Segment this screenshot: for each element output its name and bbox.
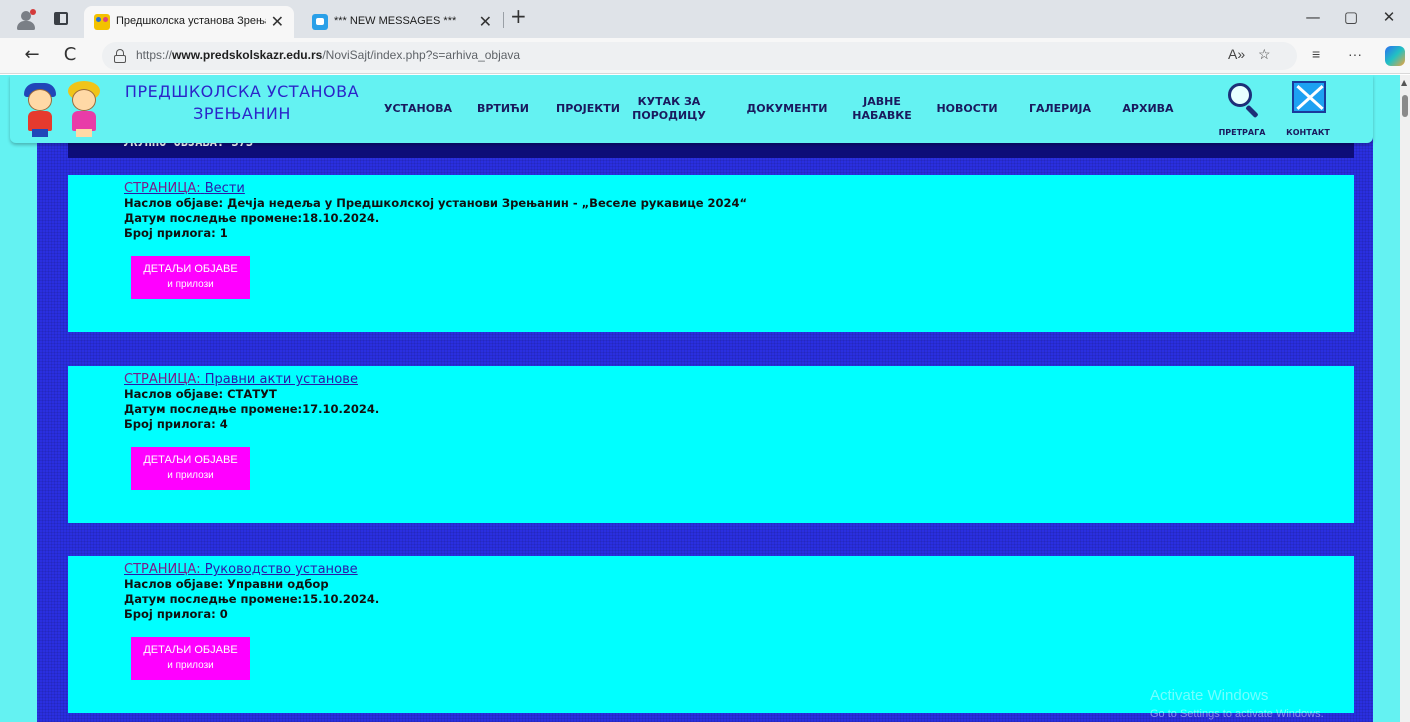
copilot-icon[interactable] xyxy=(1385,46,1405,66)
post-title: Наслов објаве: Дечја недеља у Предшколск… xyxy=(124,196,748,210)
favorites-icon[interactable]: ≡ xyxy=(1312,46,1320,62)
tab-new-messages[interactable]: *** NEW MESSAGES *** ✕ xyxy=(302,6,502,38)
site-title[interactable]: ПРЕДШКОЛСКА УСТАНОВА ЗРЕЊАНИН xyxy=(122,81,362,125)
search-button[interactable]: ПРЕТРАГА xyxy=(1212,79,1272,139)
post-attachments: Број прилога: 1 xyxy=(124,226,228,240)
browser-tab-bar: Предшколска установа Зрењанин ✕ *** NEW … xyxy=(0,0,1410,38)
post-attachments: Број прилога: 4 xyxy=(124,417,228,431)
post-card: СТРАНИЦА: Вести Наслов објаве: Дечја нед… xyxy=(68,175,1354,332)
post-title: Наслов објаве: Управни одбор xyxy=(124,577,329,591)
url-input[interactable]: https://www.predskolskazr.edu.rs/NoviSaj… xyxy=(102,42,1297,70)
nav-projekti[interactable]: ПРОЈЕКТИ xyxy=(550,75,626,143)
post-details-button[interactable]: ДЕТАЉИ ОБЈАВЕ и прилози xyxy=(131,256,250,299)
tab-close-icon[interactable]: ✕ xyxy=(271,12,284,32)
nav-ustanova[interactable]: УСТАНОВА xyxy=(380,75,456,143)
nav-novosti[interactable]: НОВОСТИ xyxy=(932,75,1002,143)
window-close-button[interactable]: ✕ xyxy=(1374,8,1404,26)
tab-close-icon[interactable]: ✕ xyxy=(479,12,492,32)
read-aloud-icon[interactable]: A» xyxy=(1228,46,1245,62)
address-bar: ← C https://www.predskolskazr.edu.rs/Nov… xyxy=(0,38,1410,74)
envelope-icon xyxy=(1292,81,1326,113)
nav-arhiva[interactable]: АРХИВА xyxy=(1114,75,1182,143)
favorite-star-icon[interactable]: ☆ xyxy=(1258,46,1271,63)
page-scrollbar[interactable]: ▲ xyxy=(1400,75,1410,722)
post-date: Датум последње промене:15.10.2024. xyxy=(124,592,380,606)
new-tab-button[interactable]: + xyxy=(510,4,527,28)
nav-vrtici[interactable]: ВРТИЋИ xyxy=(472,75,534,143)
tab-predskolska[interactable]: Предшколска установа Зрењанин ✕ xyxy=(84,6,294,38)
minimize-button[interactable]: — xyxy=(1298,8,1328,26)
profile-icon[interactable] xyxy=(16,9,36,30)
left-border-strip xyxy=(0,75,37,722)
site-header: ПРЕДШКОЛСКА УСТАНОВА ЗРЕЊАНИН УСТАНОВА В… xyxy=(10,75,1373,143)
messages-favicon-icon xyxy=(312,14,328,30)
tab-title: Предшколска установа Зрењанин xyxy=(116,15,266,27)
maximize-button[interactable]: ▢ xyxy=(1336,8,1366,26)
post-page-link[interactable]: СТРАНИЦА: Вести xyxy=(124,181,747,196)
nav-kutak-za-porodicu[interactable]: КУТАК ЗА ПОРОДИЦУ xyxy=(632,75,706,143)
search-icon xyxy=(1228,83,1259,119)
search-label: ПРЕТРАГА xyxy=(1218,128,1266,137)
url-text[interactable]: https://www.predskolskazr.edu.rs/NoviSaj… xyxy=(136,48,520,62)
scroll-up-icon[interactable]: ▲ xyxy=(1401,78,1407,87)
kids-logo-icon[interactable] xyxy=(20,81,112,137)
kids-favicon-icon xyxy=(94,14,110,30)
activate-windows-watermark: Activate Windows Go to Settings to activ… xyxy=(1150,687,1324,720)
scrollbar-thumb[interactable] xyxy=(1402,95,1408,117)
contact-button[interactable]: КОНТАКТ xyxy=(1278,79,1338,139)
tab-separator xyxy=(503,12,504,28)
post-page-link[interactable]: СТРАНИЦА: Руководство установе xyxy=(124,562,379,577)
post-date: Датум последње промене:17.10.2024. xyxy=(124,402,380,416)
back-button[interactable]: ← xyxy=(20,44,44,65)
nav-galerija[interactable]: ГАЛЕРИЈА xyxy=(1018,75,1102,143)
lock-icon[interactable] xyxy=(114,49,126,63)
contact-label: КОНТАКТ xyxy=(1286,128,1330,137)
refresh-button[interactable]: C xyxy=(58,44,82,65)
post-card: СТРАНИЦА: Правни акти установе Наслов об… xyxy=(68,366,1354,523)
tab-actions-icon[interactable] xyxy=(54,12,68,25)
nav-dokumenti[interactable]: ДОКУМЕНТИ xyxy=(740,75,834,143)
post-details-button[interactable]: ДЕТАЉИ ОБЈАВЕ и прилози xyxy=(131,637,250,680)
page-content: ПРЕДШКОЛСКА УСТАНОВА ЗРЕЊАНИН УСТАНОВА В… xyxy=(0,75,1410,722)
post-date: Датум последње промене:18.10.2024. xyxy=(124,211,380,225)
post-details-button[interactable]: ДЕТАЉИ ОБЈАВЕ и прилози xyxy=(131,447,250,490)
more-menu-icon[interactable]: ··· xyxy=(1348,46,1362,62)
nav-javne-nabavke[interactable]: ЈАВНЕ НАБАВКЕ xyxy=(846,75,918,143)
post-title: Наслов објаве: СТАТУТ xyxy=(124,387,277,401)
post-page-link[interactable]: СТРАНИЦА: Правни акти установе xyxy=(124,372,379,387)
tab-title: *** NEW MESSAGES *** xyxy=(334,15,457,27)
post-attachments: Број прилога: 0 xyxy=(124,607,228,621)
